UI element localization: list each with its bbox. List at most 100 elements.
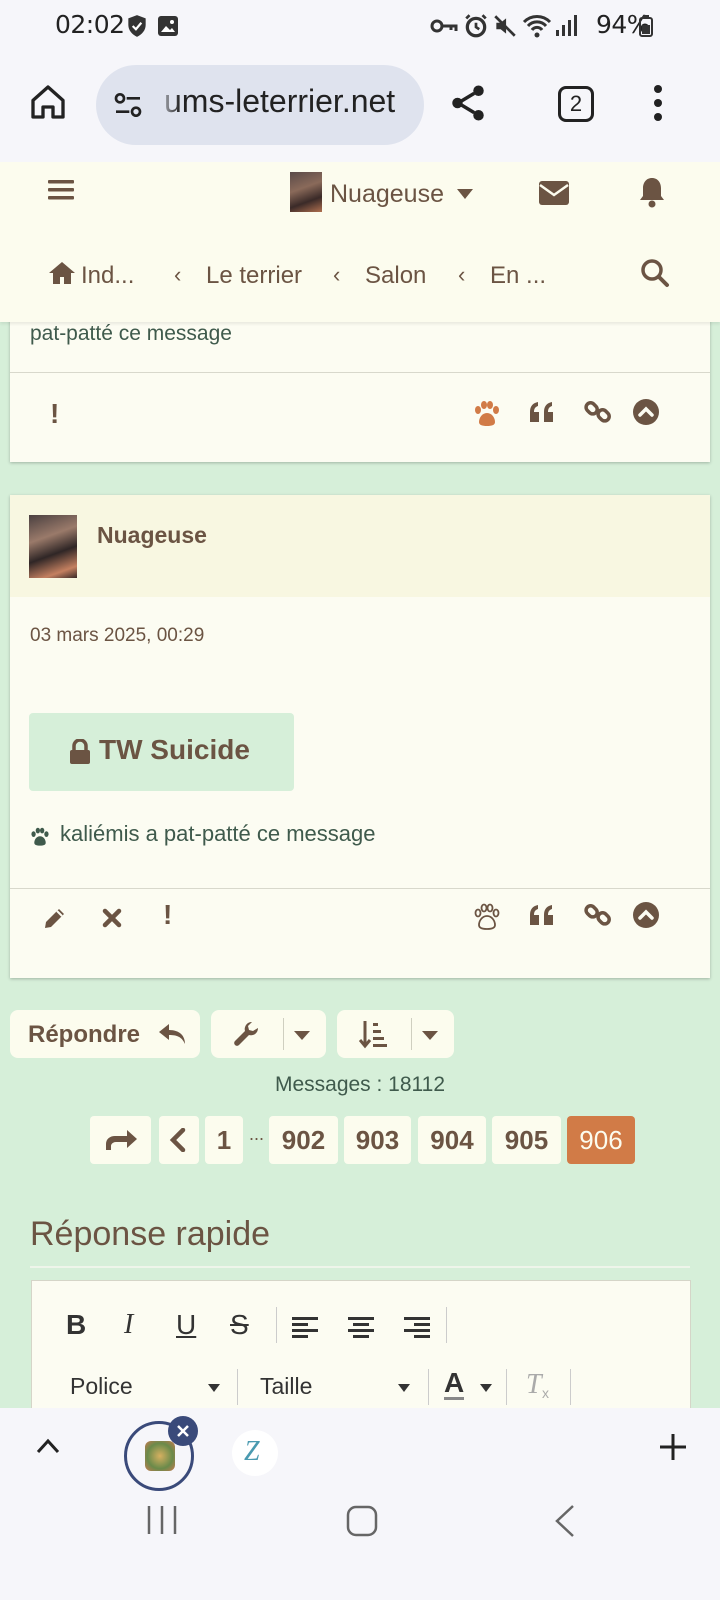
user-avatar[interactable] — [290, 172, 322, 212]
tools-dropdown[interactable] — [211, 1010, 326, 1058]
sort-dropdown[interactable] — [337, 1010, 454, 1058]
back-nav-icon[interactable] — [554, 1504, 576, 1538]
bell-icon[interactable] — [638, 176, 666, 208]
align-right-icon[interactable] — [404, 1316, 430, 1338]
font-select[interactable]: Police — [70, 1373, 133, 1400]
post-reactions[interactable]: kaliémis a pat-patté ce message — [60, 821, 376, 847]
breadcrumb-topic[interactable]: En ... — [490, 262, 546, 290]
clear-format-x: x — [542, 1385, 549, 1401]
delete-icon[interactable] — [102, 908, 122, 928]
quick-reply-title: Réponse rapide — [30, 1215, 271, 1253]
align-center-icon[interactable] — [348, 1316, 374, 1338]
scroll-top-icon[interactable] — [632, 901, 660, 929]
post-author[interactable]: Nuageuse — [97, 522, 207, 549]
chevron-down-icon — [422, 1031, 438, 1040]
new-tab-icon[interactable] — [658, 1432, 688, 1462]
quote-icon[interactable] — [528, 400, 556, 424]
close-tab-button[interactable] — [168, 1416, 198, 1446]
url-text[interactable]: ums-leterrier.net — [164, 83, 395, 120]
link-icon[interactable] — [584, 901, 612, 929]
report-icon[interactable]: ! — [50, 398, 59, 430]
tab-switcher-button[interactable]: 2 — [558, 86, 594, 122]
breadcrumb-terrier[interactable]: Le terrier — [206, 262, 302, 290]
bold-button[interactable]: B — [66, 1309, 86, 1341]
link-icon[interactable] — [584, 398, 612, 426]
mute-icon — [494, 15, 516, 37]
home-crumb-icon[interactable] — [48, 260, 76, 286]
chevron-left-icon — [169, 1128, 186, 1152]
browser-toolbar: ums-leterrier.net 2 — [0, 52, 720, 162]
chevron-up-icon[interactable] — [36, 1438, 60, 1454]
clear-format-icon[interactable]: T — [526, 1369, 542, 1401]
menu-icon[interactable] — [48, 178, 74, 202]
page-906-current[interactable]: 906 — [567, 1116, 635, 1164]
breadcrumb-index[interactable]: Ind... — [81, 262, 134, 290]
reply-button[interactable]: Répondre — [10, 1010, 200, 1058]
page-1[interactable]: 1 — [205, 1116, 243, 1164]
battery-icon — [639, 15, 653, 37]
forum-post: Nuageuse 03 mars 2025, 00:29 TW Suicide … — [10, 495, 710, 978]
forum-header: Nuageuse Ind... ‹ Le terrier ‹ Salon ‹ E… — [0, 162, 720, 322]
italic-button[interactable]: I — [124, 1309, 133, 1341]
post-date: 03 mars 2025, 00:29 — [30, 625, 205, 646]
reply-label: Répondre — [28, 1021, 141, 1048]
underline-button[interactable]: U — [176, 1309, 196, 1341]
search-icon[interactable] — [640, 258, 670, 288]
user-menu-name[interactable]: Nuageuse — [330, 180, 444, 209]
breadcrumb-separator: ‹ — [458, 262, 466, 287]
page-903[interactable]: 903 — [344, 1116, 411, 1164]
page-904[interactable]: 904 — [418, 1116, 486, 1164]
site-settings-icon[interactable] — [112, 89, 144, 121]
breadcrumb-salon[interactable]: Salon — [365, 262, 426, 290]
lock-icon — [70, 739, 90, 764]
alarm-icon — [465, 14, 487, 38]
align-left-icon[interactable] — [292, 1316, 318, 1338]
home-icon[interactable] — [28, 82, 68, 122]
prev-page-button[interactable] — [159, 1116, 199, 1164]
key-icon — [430, 19, 458, 33]
recent-apps-icon[interactable] — [146, 1505, 178, 1535]
text-color-icon[interactable]: A — [444, 1369, 465, 1400]
close-icon — [177, 1425, 189, 1437]
bottom-bar: Z — [0, 1408, 720, 1600]
author-avatar[interactable] — [29, 515, 77, 578]
chevron-down-icon — [294, 1031, 310, 1040]
paw-outline-icon[interactable] — [472, 903, 502, 931]
wrench-icon — [234, 1021, 259, 1046]
site-favicon — [145, 1441, 175, 1471]
mail-icon[interactable] — [538, 180, 570, 206]
scroll-top-icon[interactable] — [632, 398, 660, 426]
address-bar[interactable]: ums-leterrier.net — [96, 65, 424, 145]
report-icon[interactable]: ! — [163, 899, 172, 931]
strike-button[interactable]: S — [230, 1309, 249, 1341]
jump-to-page-button[interactable] — [90, 1116, 151, 1164]
size-select[interactable]: Taille — [260, 1373, 312, 1400]
page-905[interactable]: 905 — [492, 1116, 561, 1164]
image-icon — [158, 16, 178, 36]
chevron-down-icon[interactable] — [480, 1384, 492, 1392]
status-time: 02:02 — [55, 10, 125, 39]
breadcrumb-separator: ‹ — [333, 262, 341, 287]
tab-thumbnail[interactable]: Z — [232, 1430, 278, 1476]
status-bar: 02:02 94% — [0, 0, 720, 52]
wifi-icon — [522, 15, 552, 38]
spoiler-button[interactable]: TW Suicide — [29, 713, 294, 791]
chevron-down-icon[interactable] — [398, 1384, 410, 1392]
quote-icon[interactable] — [528, 903, 556, 927]
paw-icon[interactable] — [472, 400, 502, 428]
share-icon[interactable] — [447, 82, 489, 124]
paw-small-icon — [31, 827, 49, 846]
edit-icon[interactable] — [42, 905, 68, 931]
signal-icon — [556, 15, 577, 36]
previous-post: pat-patté ce message ! — [10, 300, 710, 462]
page-902[interactable]: 902 — [269, 1116, 338, 1164]
breadcrumb-separator: ‹ — [174, 262, 182, 287]
chevron-down-icon[interactable] — [456, 188, 474, 200]
messages-count: Messages : 18112 — [274, 1073, 446, 1096]
chevron-down-icon[interactable] — [208, 1384, 220, 1392]
sort-icon — [359, 1021, 387, 1049]
jump-arrow-icon — [106, 1130, 137, 1150]
home-nav-icon[interactable] — [346, 1505, 378, 1537]
more-vert-icon[interactable] — [652, 84, 664, 122]
spoiler-label: TW Suicide — [99, 734, 250, 765]
